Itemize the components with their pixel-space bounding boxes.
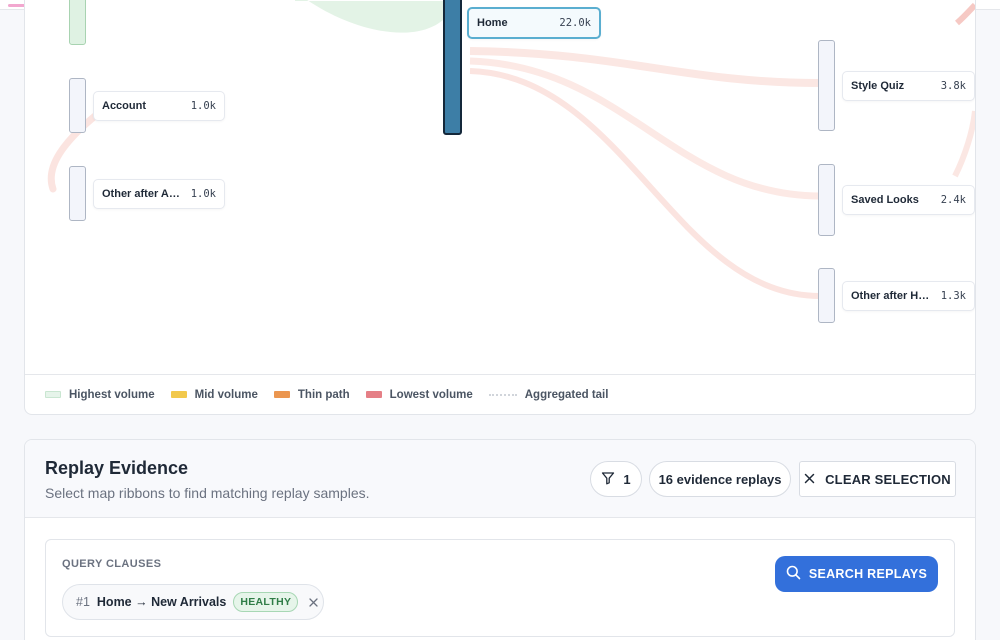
node-name: Home (477, 17, 508, 29)
filter-count: 1 (623, 471, 631, 487)
node-value: 1.0k (190, 188, 216, 200)
query-clauses-panel: QUERY CLAUSES SEARCH REPLAYS #1 Home → N… (45, 539, 955, 637)
node-value: 22.0k (559, 17, 591, 29)
node-value: 1.3k (940, 290, 966, 302)
legend-label: Lowest volume (389, 388, 473, 401)
clause-index: #1 (76, 595, 90, 609)
remove-clause-button[interactable] (309, 597, 318, 607)
clear-selection-button[interactable]: CLEAR SELECTION (799, 461, 956, 497)
journey-map-card: Account 1.0k Other after Account 1.0k Ho… (24, 0, 976, 415)
node-value: 2.4k (940, 194, 966, 206)
node-bar-other-after-home[interactable] (818, 268, 835, 323)
node-label-account[interactable]: Account 1.0k (93, 91, 225, 121)
node-value: 1.0k (190, 100, 216, 112)
node-bar-account[interactable] (69, 78, 86, 133)
close-icon (309, 597, 318, 607)
active-filter-count-pill[interactable]: 1 (590, 461, 642, 497)
node-label-saved-looks[interactable]: Saved Looks 2.4k (842, 185, 975, 215)
node-bar-home[interactable] (443, 0, 462, 135)
replay-evidence-header: Replay Evidence Select map ribbons to fi… (25, 440, 975, 518)
replay-evidence-subtitle: Select map ribbons to find matching repl… (45, 485, 370, 501)
legend-label: Mid volume (194, 388, 258, 401)
ribbon-green-home[interactable] (295, 0, 444, 33)
evidence-replays-label: 16 evidence replays (658, 471, 782, 487)
node-bar-highest-volume[interactable] (69, 0, 86, 45)
legend-label: Aggregated tail (524, 388, 609, 401)
search-replays-label: SEARCH REPLAYS (808, 567, 928, 581)
node-name: Other after Account (102, 188, 184, 200)
query-clauses-heading: QUERY CLAUSES (62, 558, 162, 570)
legend-label: Thin path (297, 388, 350, 401)
legend-swatch (273, 391, 290, 398)
legend-swatch-dotted (488, 393, 517, 396)
clause-text: Home → New Arrivals (96, 595, 227, 609)
legend-item-aggregated-tail: Aggregated tail (488, 388, 609, 401)
node-bar-saved-looks[interactable] (818, 164, 835, 236)
legend-item-mid-volume: Mid volume (170, 388, 258, 401)
ribbon-home-other[interactable] (469, 68, 821, 299)
search-icon (786, 565, 801, 583)
search-replays-button[interactable]: SEARCH REPLAYS (775, 556, 938, 592)
status-badge: HEALTHY (233, 592, 299, 612)
node-name: Other after Home (851, 290, 933, 302)
clear-selection-label: CLEAR SELECTION (825, 471, 951, 487)
node-bar-other-after-account[interactable] (69, 166, 86, 221)
replay-evidence-title: Replay Evidence (45, 458, 189, 478)
evidence-replays-count-pill[interactable]: 16 evidence replays (649, 461, 791, 497)
legend-swatch (45, 391, 61, 398)
node-name: Style Quiz (851, 80, 905, 92)
legend-label: Highest volume (69, 388, 155, 401)
legend-item-thin-path: Thin path (273, 388, 350, 401)
query-clause-chip[interactable]: #1 Home → New Arrivals HEALTHY (62, 584, 324, 620)
node-label-other-after-account[interactable]: Other after Account 1.0k (93, 179, 225, 209)
legend-item-highest-volume: Highest volume (45, 389, 155, 401)
node-label-other-after-home[interactable]: Other after Home 1.3k (842, 281, 975, 311)
close-icon (804, 472, 815, 487)
legend-swatch (170, 391, 187, 398)
legend-swatch (365, 391, 382, 398)
journey-map-canvas: Account 1.0k Other after Account 1.0k Ho… (25, 0, 975, 374)
node-label-style-quiz[interactable]: Style Quiz 3.8k (842, 71, 975, 101)
replay-evidence-card: Replay Evidence Select map ribbons to fi… (24, 439, 976, 640)
legend-item-lowest-volume: Lowest volume (365, 388, 473, 401)
ribbon-right-top[interactable] (955, 2, 975, 26)
map-legend: Highest volume Mid volume Thin path Lowe… (25, 374, 975, 414)
node-bar-style-quiz[interactable] (818, 40, 835, 131)
node-name: Account (102, 100, 146, 112)
node-label-home[interactable]: Home 22.0k (467, 7, 601, 39)
ribbon-right-tail[interactable] (952, 110, 975, 178)
node-value: 3.8k (940, 80, 966, 92)
node-name: Saved Looks (851, 194, 919, 206)
filter-icon (601, 471, 615, 488)
